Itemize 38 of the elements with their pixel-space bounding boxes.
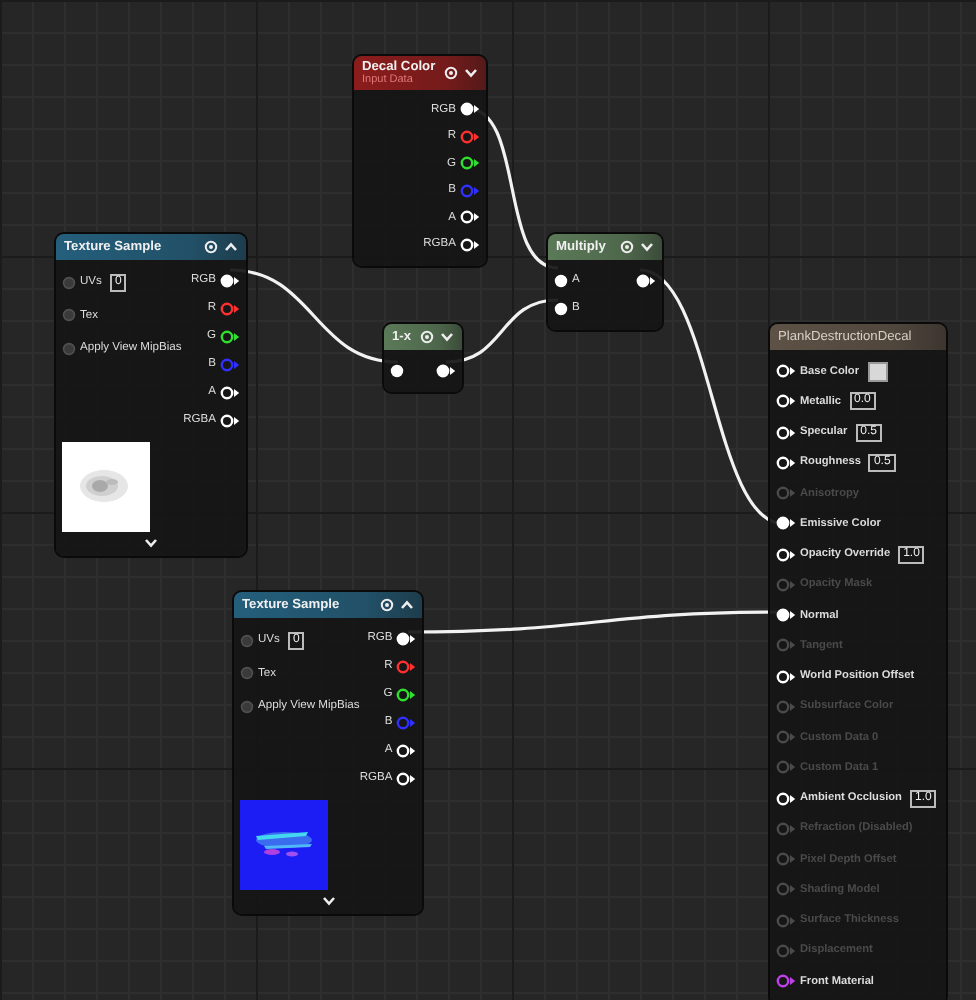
chevron-icon[interactable]: [321, 896, 335, 906]
pin-icon[interactable]: [220, 413, 240, 427]
preview-toggle-icon[interactable]: [420, 330, 434, 344]
pin-icon[interactable]: [220, 329, 240, 343]
pin-icon[interactable]: [396, 687, 417, 701]
chevron-icon[interactable]: [400, 600, 414, 610]
pin-icon[interactable]: [396, 631, 417, 645]
pin-icon[interactable]: [636, 273, 656, 287]
pin-icon[interactable]: [396, 743, 417, 757]
pin-icon[interactable]: [776, 547, 796, 562]
preview-toggle-icon[interactable]: [204, 240, 218, 254]
color-swatch[interactable]: [867, 361, 888, 382]
chevron-icon[interactable]: [224, 242, 238, 252]
pin-icon[interactable]: [776, 791, 796, 806]
pin-icon[interactable]: [776, 669, 796, 684]
pin-icon[interactable]: [776, 394, 796, 409]
chevron-icon[interactable]: [640, 242, 654, 252]
preview-toggle-icon[interactable]: [380, 598, 394, 612]
pin-icon[interactable]: [460, 210, 480, 225]
graph-node[interactable]: [770, 324, 946, 1000]
pin-icon[interactable]: [776, 425, 796, 440]
pin-icon[interactable]: [436, 363, 456, 377]
preview-toggle-icon[interactable]: [444, 66, 458, 80]
pin-icon[interactable]: [776, 455, 796, 470]
pin-icon[interactable]: [396, 771, 417, 785]
chevron-icon[interactable]: [440, 332, 454, 342]
graph-canvas[interactable]: [0, 0, 976, 1000]
pin-icon[interactable]: [776, 608, 796, 623]
pin-icon[interactable]: [776, 516, 796, 531]
pin-icon[interactable]: [220, 385, 240, 399]
pin-icon[interactable]: [460, 102, 480, 117]
pin-icon[interactable]: [776, 364, 796, 379]
pin-icon[interactable]: [460, 237, 480, 252]
pin-icon[interactable]: [220, 273, 240, 287]
preview-toggle-icon[interactable]: [620, 240, 634, 254]
pin-icon[interactable]: [460, 156, 480, 171]
chevron-icon[interactable]: [144, 538, 158, 548]
chevron-icon[interactable]: [464, 68, 478, 78]
